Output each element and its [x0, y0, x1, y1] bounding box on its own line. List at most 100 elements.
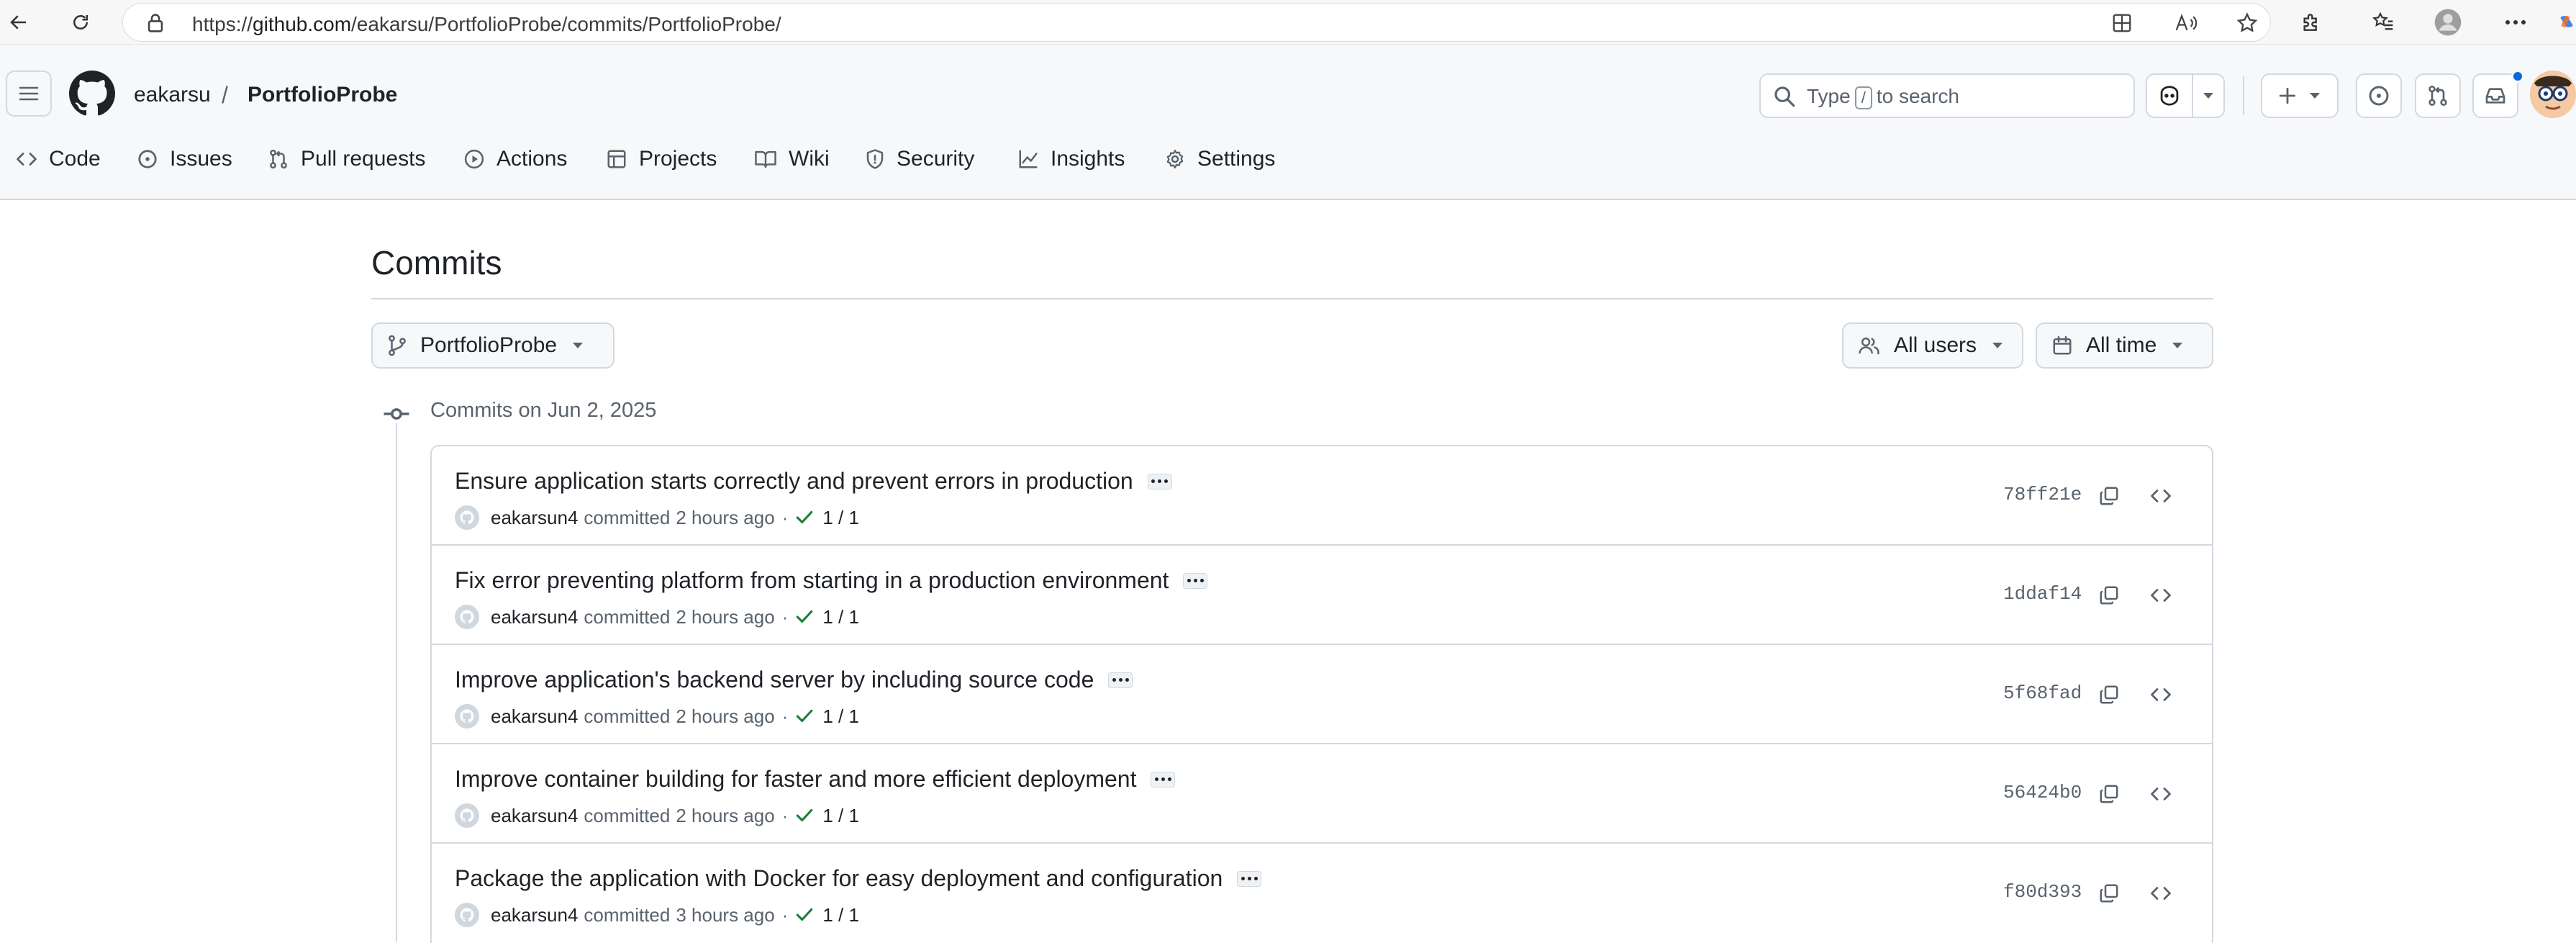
expand-description-button[interactable] [1151, 771, 1176, 788]
author-avatar[interactable] [455, 505, 479, 530]
check-icon[interactable] [795, 907, 814, 923]
commit-verb: committed [584, 705, 671, 727]
user-avatar[interactable] [2530, 71, 2576, 118]
tab-code[interactable]: Code [16, 135, 101, 183]
tab-insights[interactable]: Insights [1017, 135, 1125, 183]
play-icon [464, 149, 484, 169]
check-icon[interactable] [795, 708, 814, 724]
check-icon[interactable] [795, 510, 814, 525]
address-bar[interactable]: https://github.com/eakarsu/PortfolioProb… [122, 3, 2271, 42]
back-button[interactable] [0, 4, 37, 41]
expand-description-button[interactable] [1147, 473, 1172, 489]
app-available-button[interactable] [2109, 10, 2135, 36]
commit-author[interactable]: eakarsun4 [491, 507, 578, 529]
checks-status[interactable]: 1 / 1 [822, 705, 859, 728]
commit-author[interactable]: eakarsun4 [491, 805, 578, 827]
author-avatar[interactable] [455, 704, 479, 728]
copilot-menu-button[interactable] [2193, 73, 2225, 118]
tab-security[interactable]: Security [865, 135, 974, 183]
tab-issues[interactable]: Issues [137, 135, 232, 183]
search-input[interactable]: Type / to search [1759, 73, 2135, 118]
page-title: Commits [371, 244, 502, 281]
checks-status[interactable]: 1 / 1 [822, 507, 859, 529]
code-icon [17, 153, 37, 166]
octocat-avatar-icon [460, 709, 474, 723]
reload-icon [73, 15, 88, 30]
commit-time[interactable]: 3 hours ago [676, 904, 774, 926]
commit-author[interactable]: eakarsun4 [491, 904, 578, 926]
browse-repo-button[interactable] [2144, 479, 2177, 513]
checks-status[interactable]: 1 / 1 [822, 904, 859, 926]
meta-separator: · [781, 705, 789, 727]
commit-message-link[interactable]: Improve container building for faster an… [455, 766, 1136, 793]
commit-time[interactable]: 2 hours ago [676, 507, 774, 529]
header-divider [2243, 76, 2244, 115]
copy-sha-button[interactable] [2092, 877, 2126, 910]
commit-message-link[interactable]: Fix error preventing platform from start… [455, 567, 1169, 594]
copy-sha-button[interactable] [2092, 678, 2126, 711]
expand-description-button[interactable] [1183, 572, 1208, 589]
commit-sha[interactable]: f80d393 [2003, 881, 2082, 903]
favorites-button[interactable] [2364, 4, 2402, 41]
favorite-button[interactable] [2234, 10, 2260, 36]
time-filter-button[interactable]: All time [2036, 322, 2213, 369]
copilot-button[interactable] [2146, 73, 2193, 118]
tab-settings[interactable]: Settings [1164, 135, 1275, 183]
tab-wiki[interactable]: Wiki [754, 135, 830, 183]
branch-select-button[interactable]: PortfolioProbe [371, 322, 614, 369]
github-logo[interactable] [69, 71, 115, 117]
extensions-button[interactable] [2292, 4, 2330, 41]
copy-sha-button[interactable] [2092, 479, 2126, 513]
global-menu-button[interactable] [6, 71, 52, 117]
commit-sha[interactable]: 78ff21e [2003, 484, 2082, 505]
commit-sha[interactable]: 5f68fad [2003, 682, 2082, 704]
breadcrumb-repo[interactable]: PortfolioProbe [248, 83, 397, 107]
commit-author[interactable]: eakarsun4 [491, 606, 578, 628]
pull-requests-button[interactable] [2415, 73, 2461, 118]
pull-request-icon [2428, 86, 2447, 106]
browse-repo-button[interactable] [2144, 579, 2177, 612]
tab-actions[interactable]: Actions [463, 135, 567, 183]
expand-description-button[interactable] [1108, 672, 1133, 688]
copy-sha-button[interactable] [2092, 579, 2126, 612]
checks-status[interactable]: 1 / 1 [822, 606, 859, 628]
commit-message-link[interactable]: Ensure application starts correctly and … [455, 468, 1133, 495]
read-aloud-button[interactable] [2172, 10, 2198, 36]
more-button[interactable] [2497, 4, 2534, 41]
url-text[interactable]: https://github.com/eakarsu/PortfolioProb… [192, 13, 781, 36]
caret-down-icon [2203, 93, 2213, 99]
commit-sha[interactable]: 1ddaf14 [2003, 583, 2082, 605]
copilot-sidebar-button[interactable] [2557, 4, 2576, 41]
tab-projects[interactable]: Projects [606, 135, 717, 183]
commit-author[interactable]: eakarsun4 [491, 705, 578, 728]
tab-pull-requests[interactable]: Pull requests [268, 135, 425, 183]
check-icon[interactable] [795, 609, 814, 625]
table-icon [607, 150, 626, 168]
users-filter-button[interactable]: All users [1842, 322, 2023, 369]
commit-message-link[interactable]: Improve application's backend server by … [455, 667, 1094, 693]
issues-button[interactable] [2356, 73, 2402, 118]
commit-time[interactable]: 2 hours ago [676, 805, 774, 827]
browse-repo-button[interactable] [2144, 877, 2177, 910]
inbox-button[interactable] [2472, 73, 2518, 118]
time-filter-label: All time [2086, 333, 2157, 357]
commit-time[interactable]: 2 hours ago [676, 606, 774, 628]
commit-time[interactable]: 2 hours ago [676, 705, 774, 728]
plus-icon [2279, 87, 2296, 104]
author-avatar[interactable] [455, 605, 479, 629]
author-avatar[interactable] [455, 903, 479, 927]
create-new-button[interactable] [2261, 73, 2339, 118]
browse-repo-button[interactable] [2144, 678, 2177, 711]
url-path: /eakarsu/PortfolioProbe/commits/Portfoli… [351, 13, 781, 35]
browse-repo-button[interactable] [2144, 777, 2177, 811]
check-icon[interactable] [795, 808, 814, 824]
checks-status[interactable]: 1 / 1 [822, 805, 859, 827]
reload-button[interactable] [62, 4, 99, 41]
breadcrumb-owner[interactable]: eakarsu [134, 83, 211, 107]
commit-message-link[interactable]: Package the application with Docker for … [455, 865, 1223, 892]
commit-sha[interactable]: 56424b0 [2003, 782, 2082, 803]
author-avatar[interactable] [455, 803, 479, 828]
copy-sha-button[interactable] [2092, 777, 2126, 811]
expand-description-button[interactable] [1237, 870, 1262, 887]
profile-button[interactable] [2429, 4, 2467, 41]
